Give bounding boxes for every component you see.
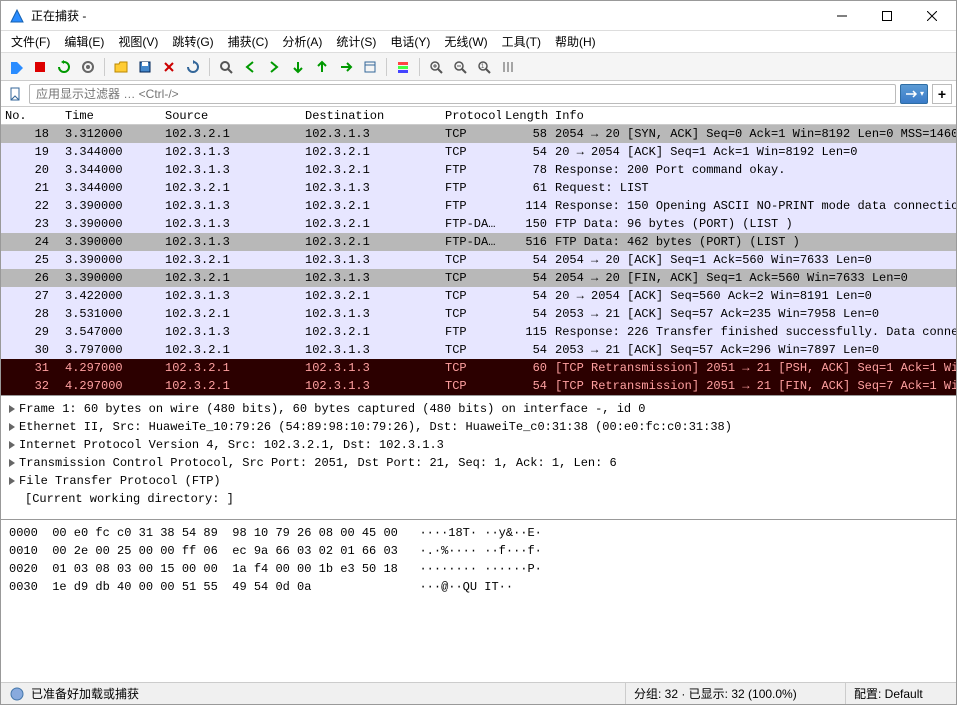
menu-wireless[interactable]: 无线(W) (438, 31, 493, 52)
menu-statistics[interactable]: 统计(S) (330, 31, 382, 52)
packet-list-body[interactable]: 183.312000102.3.2.1102.3.1.3TCP582054 → … (1, 125, 956, 395)
expand-arrow-icon[interactable] (9, 477, 15, 485)
detail-text: Ethernet II, Src: HuaweiTe_10:79:26 (54:… (19, 418, 732, 436)
packet-row[interactable]: 293.547000102.3.1.3102.3.2.1FTP115Respon… (1, 323, 956, 341)
save-file-button[interactable] (134, 56, 156, 78)
close-file-button[interactable] (158, 56, 180, 78)
expand-arrow-icon[interactable] (9, 405, 15, 413)
restart-capture-button[interactable] (53, 56, 75, 78)
detail-text: Internet Protocol Version 4, Src: 102.3.… (19, 436, 444, 454)
packet-row[interactable]: 183.312000102.3.2.1102.3.1.3TCP582054 → … (1, 125, 956, 143)
packet-row[interactable]: 253.390000102.3.2.1102.3.1.3TCP542054 → … (1, 251, 956, 269)
detail-text: [Current working directory: ] (25, 490, 234, 508)
open-file-button[interactable] (110, 56, 132, 78)
col-header-time[interactable]: Time (61, 109, 161, 123)
packet-row[interactable]: 223.390000102.3.1.3102.3.2.1FTP114Respon… (1, 197, 956, 215)
go-back-button[interactable] (239, 56, 261, 78)
packet-row[interactable]: 324.297000102.3.2.1102.3.1.3TCP54[TCP Re… (1, 377, 956, 395)
packet-details-pane[interactable]: Frame 1: 60 bytes on wire (480 bits), 60… (1, 396, 956, 520)
detail-text: File Transfer Protocol (FTP) (19, 472, 221, 490)
colorize-button[interactable] (392, 56, 414, 78)
stop-capture-button[interactable] (29, 56, 51, 78)
status-profile[interactable]: 配置: Default (846, 683, 956, 704)
status-packets: 分组: 32 · 已显示: 32 (100.0%) (626, 683, 846, 704)
packet-row[interactable]: 283.531000102.3.2.1102.3.1.3TCP542053 → … (1, 305, 956, 323)
expand-arrow-icon[interactable] (9, 459, 15, 467)
packet-list-header: No. Time Source Destination Protocol Len… (1, 107, 956, 125)
separator (419, 58, 420, 76)
toolbar: 1 (1, 53, 956, 81)
go-first-button[interactable] (311, 56, 333, 78)
zoom-reset-button[interactable]: 1 (473, 56, 495, 78)
menu-bar: 文件(F) 编辑(E) 视图(V) 跳转(G) 捕获(C) 分析(A) 统计(S… (1, 31, 956, 53)
packet-bytes-pane[interactable]: 0000 00 e0 fc c0 31 38 54 89 98 10 79 26… (1, 520, 956, 682)
packet-row[interactable]: 314.297000102.3.2.1102.3.1.3TCP60[TCP Re… (1, 359, 956, 377)
maximize-button[interactable] (864, 1, 909, 30)
detail-text: Transmission Control Protocol, Src Port:… (19, 454, 617, 472)
status-ready-text: 已准备好加载或捕获 (31, 685, 139, 702)
col-header-destination[interactable]: Destination (301, 109, 441, 123)
zoom-in-button[interactable] (425, 56, 447, 78)
detail-row[interactable]: [Current working directory: ] (9, 490, 948, 508)
status-left: 已准备好加载或捕获 (1, 683, 626, 704)
separator (209, 58, 210, 76)
find-packet-button[interactable] (215, 56, 237, 78)
menu-view[interactable]: 视图(V) (112, 31, 164, 52)
packet-row[interactable]: 273.422000102.3.1.3102.3.2.1TCP5420 → 20… (1, 287, 956, 305)
col-header-length[interactable]: Length (501, 109, 551, 123)
go-forward-button[interactable] (263, 56, 285, 78)
menu-help[interactable]: 帮助(H) (549, 31, 602, 52)
packet-row[interactable]: 203.344000102.3.1.3102.3.2.1FTP78Respons… (1, 161, 956, 179)
add-filter-button[interactable]: + (932, 84, 952, 104)
title-bar: 正在捕获 - (1, 1, 956, 31)
detail-row[interactable]: File Transfer Protocol (FTP) (9, 472, 948, 490)
packet-row[interactable]: 233.390000102.3.1.3102.3.2.1FTP-DA…150FT… (1, 215, 956, 233)
separator (104, 58, 105, 76)
packet-row[interactable]: 303.797000102.3.2.1102.3.1.3TCP542053 → … (1, 341, 956, 359)
separator (386, 58, 387, 76)
packet-row[interactable]: 263.390000102.3.2.1102.3.1.3TCP542054 → … (1, 269, 956, 287)
packet-row[interactable]: 243.390000102.3.1.3102.3.2.1FTP-DA…516FT… (1, 233, 956, 251)
expand-arrow-icon[interactable] (9, 423, 15, 431)
resize-columns-button[interactable] (497, 56, 519, 78)
detail-text: Frame 1: 60 bytes on wire (480 bits), 60… (19, 400, 646, 418)
detail-row[interactable]: Ethernet II, Src: HuaweiTe_10:79:26 (54:… (9, 418, 948, 436)
start-capture-button[interactable] (5, 56, 27, 78)
app-icon (9, 8, 25, 24)
packet-row[interactable]: 213.344000102.3.2.1102.3.1.3FTP61Request… (1, 179, 956, 197)
col-header-source[interactable]: Source (161, 109, 301, 123)
reload-button[interactable] (182, 56, 204, 78)
packet-list-pane: No. Time Source Destination Protocol Len… (1, 107, 956, 396)
filter-bar: ▾ + (1, 81, 956, 107)
minimize-button[interactable] (819, 1, 864, 30)
go-to-packet-button[interactable] (287, 56, 309, 78)
menu-file[interactable]: 文件(F) (5, 31, 56, 52)
menu-go[interactable]: 跳转(G) (166, 31, 219, 52)
auto-scroll-button[interactable] (359, 56, 381, 78)
col-header-protocol[interactable]: Protocol (441, 109, 501, 123)
detail-row[interactable]: Frame 1: 60 bytes on wire (480 bits), 60… (9, 400, 948, 418)
menu-edit[interactable]: 编辑(E) (58, 31, 110, 52)
capture-options-button[interactable] (77, 56, 99, 78)
col-header-no[interactable]: No. (1, 109, 61, 123)
col-header-info[interactable]: Info (551, 109, 941, 123)
detail-row[interactable]: Internet Protocol Version 4, Src: 102.3.… (9, 436, 948, 454)
go-last-button[interactable] (335, 56, 357, 78)
expand-arrow-icon[interactable] (9, 441, 15, 449)
status-bar: 已准备好加载或捕获 分组: 32 · 已显示: 32 (100.0%) 配置: … (1, 682, 956, 704)
zoom-out-button[interactable] (449, 56, 471, 78)
close-button[interactable] (909, 1, 954, 30)
menu-telephony[interactable]: 电话(Y) (384, 31, 436, 52)
detail-row[interactable]: Transmission Control Protocol, Src Port:… (9, 454, 948, 472)
bookmark-filter-icon[interactable] (5, 84, 25, 104)
display-filter-input[interactable] (29, 84, 896, 104)
window-title: 正在捕获 - (31, 7, 819, 24)
expert-info-icon[interactable] (9, 686, 25, 702)
menu-tools[interactable]: 工具(T) (496, 31, 547, 52)
menu-analyze[interactable]: 分析(A) (276, 31, 328, 52)
packet-row[interactable]: 193.344000102.3.1.3102.3.2.1TCP5420 → 20… (1, 143, 956, 161)
menu-capture[interactable]: 捕获(C) (222, 31, 275, 52)
apply-filter-button[interactable]: ▾ (900, 84, 928, 104)
